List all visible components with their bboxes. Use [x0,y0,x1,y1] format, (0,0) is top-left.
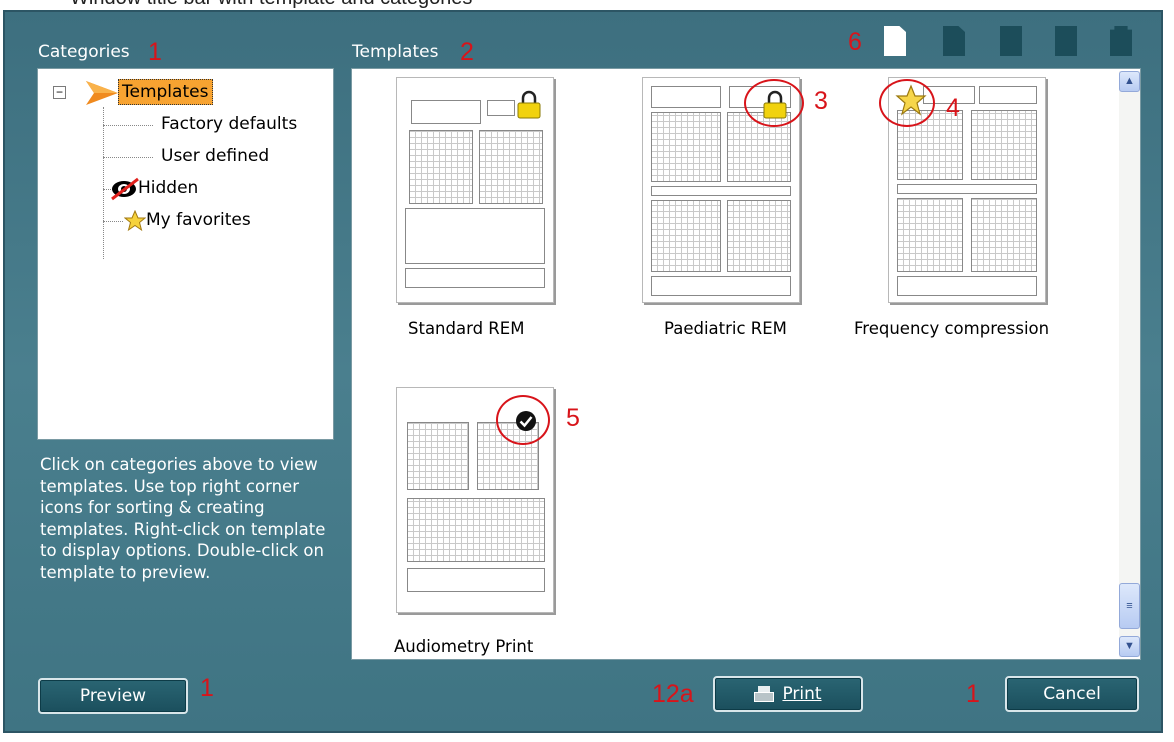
template-caption[interactable]: Audiometry Print [394,637,533,656]
tree-item-templates[interactable]: Templates [118,79,214,105]
template-grid: Standard REM Paediatric REM Frequency co… [351,68,1141,660]
category-tree: − Templates Factory defaults User define… [37,68,334,440]
callout-circle-star [879,79,935,127]
scroll-up-button[interactable]: ▲ [1119,71,1140,92]
edit-icon[interactable] [1055,26,1077,56]
thumb-header-box [411,100,481,124]
thumb-graph [651,112,721,182]
thumb-graph [407,422,469,490]
print-button-label: Print [782,684,822,704]
callout-lock: 3 [814,87,828,115]
delete-icon[interactable] [1110,26,1132,56]
template-caption[interactable]: Standard REM [408,319,524,338]
tree-item-user-defined[interactable]: User defined [161,146,269,166]
thumb-graph [407,498,545,562]
title-fragment-text: Window title bar with template and categ… [70,0,472,10]
thumb-graph [727,200,791,272]
templates-label: Templates [352,42,439,62]
thumb-graph [897,198,963,272]
tree-item-my-favorites[interactable]: My favorites [146,210,251,230]
preview-button[interactable]: Preview [38,678,188,714]
thumb-header-box [487,100,515,116]
template-caption[interactable]: Frequency compression [854,319,1049,338]
help-text: Click on categories above to view templa… [40,455,326,582]
view-icon[interactable] [1000,26,1022,56]
templates-folder-icon [86,81,118,105]
dialog-window: Window title bar with template and categ… [0,0,1174,742]
tree-item-factory-defaults[interactable]: Factory defaults [161,114,297,134]
print-button[interactable]: Print [713,676,863,712]
callout-preview: 1 [200,674,214,702]
title-fragment: Window title bar with template and categ… [0,0,1174,10]
scroll-down-button[interactable]: ▼ [1119,636,1140,657]
tree-line [103,157,153,158]
hidden-eye-icon [111,177,139,201]
callout-categories: 1 [148,38,162,66]
callout-toolbar: 6 [848,28,862,56]
callout-star: 4 [946,94,960,122]
printer-icon [754,686,775,702]
tree-item-hidden[interactable]: Hidden [138,178,198,198]
thumb-footer-box [651,276,791,296]
thumb-graph [971,110,1037,180]
cancel-button[interactable]: Cancel [1005,676,1139,712]
new-template-icon[interactable] [884,26,906,56]
thumb-footer-box [897,276,1037,296]
tree-line [103,221,123,222]
tree-line [103,107,104,259]
thumb-footer-box [405,268,545,288]
callout-check: 5 [566,404,580,432]
thumb-graph [651,200,721,272]
thumb-table [897,184,1037,194]
thumb-header-text [407,394,421,414]
vertical-scrollbar[interactable]: ▲ ≡ ▼ [1119,71,1140,657]
thumb-graph [409,130,473,204]
thumb-table [651,186,791,196]
thumb-graph [479,130,543,204]
lock-icon [517,90,541,119]
template-caption[interactable]: Paediatric REM [664,319,787,338]
tree-line [103,125,153,126]
collapse-icon[interactable]: − [53,86,66,99]
thumb-notes-box [405,208,545,264]
thumb-header-box [979,86,1037,104]
callout-templates: 2 [460,38,474,66]
thumb-graph [971,198,1037,272]
sort-icon[interactable] [943,26,965,56]
callout-print: 12a [652,680,694,708]
callout-circle-check [496,395,550,445]
callout-cancel: 1 [966,680,980,708]
favorites-star-icon [124,210,146,232]
scroll-thumb[interactable]: ≡ [1119,583,1140,629]
template-thumbnail-standard-rem[interactable] [396,77,554,303]
thumb-footer-box [407,568,545,592]
callout-circle-lock [744,79,804,127]
categories-label: Categories [38,42,130,62]
thumb-header-box [651,86,721,108]
